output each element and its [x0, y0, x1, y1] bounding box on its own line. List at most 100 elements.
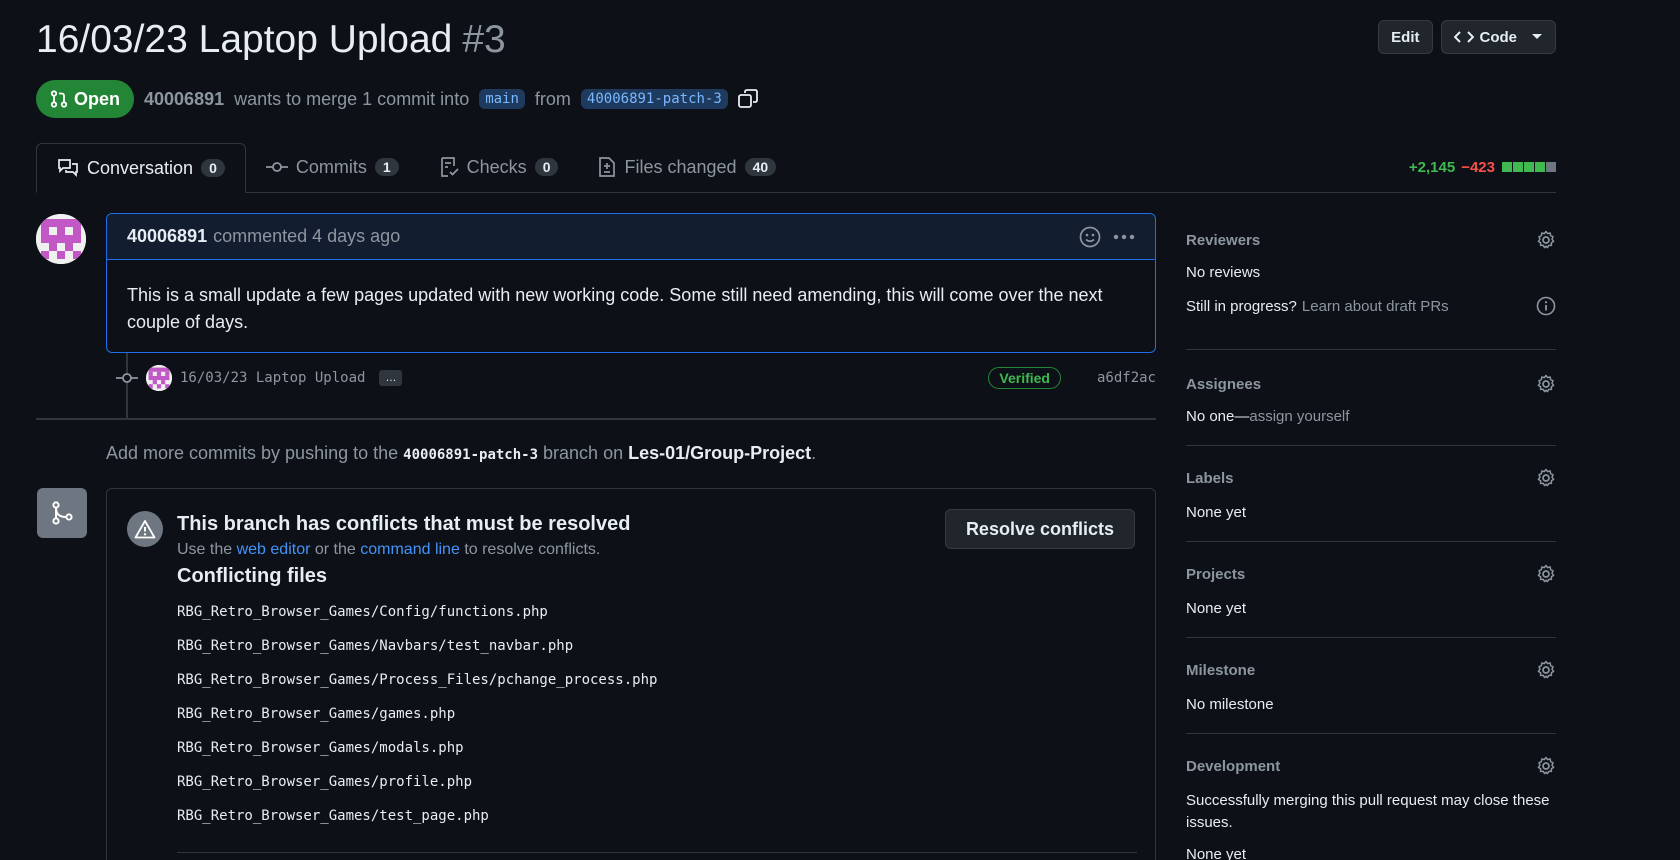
tab-commits[interactable]: Commits 1	[246, 142, 419, 192]
commit-row: 16/03/23 Laptop Upload … Verified a6df2a…	[116, 363, 1156, 393]
gear-icon[interactable]	[1536, 230, 1556, 250]
conflicting-files-title: Conflicting files	[177, 565, 327, 587]
conflicting-file: RBG_Retro_Browser_Games/Config/functions…	[177, 604, 548, 620]
pr-meta: Open 40006891 wants to merge 1 commit in…	[36, 80, 1556, 118]
git-commit-icon	[116, 373, 138, 383]
comment-meta[interactable]: commented 4 days ago	[213, 226, 400, 247]
comment-author[interactable]: 40006891	[127, 226, 207, 247]
tab-label: Conversation	[87, 157, 194, 178]
alert-badge	[127, 511, 163, 547]
alert-icon	[134, 520, 156, 539]
development-value: Successfully merging this pull request m…	[1186, 792, 1550, 831]
resolve-conflicts-button[interactable]: Resolve conflicts	[944, 509, 1135, 549]
conflicting-file: RBG_Retro_Browser_Games/test_page.php	[177, 808, 489, 824]
assign-yourself-link[interactable]: assign yourself	[1249, 408, 1349, 425]
sidebar-assignees: Assignees No one—assign yourself	[1186, 350, 1556, 446]
diffstat-square	[1535, 161, 1545, 172]
diffstat-additions: +2,145	[1408, 158, 1456, 176]
command-line-link[interactable]: command line	[360, 541, 460, 558]
gear-icon[interactable]	[1536, 374, 1556, 394]
merge-sub-text-1: Use the	[177, 541, 233, 558]
conflicting-file: RBG_Retro_Browser_Games/modals.php	[177, 740, 464, 756]
assignees-header[interactable]: Assignees	[1186, 374, 1556, 394]
checklist-icon	[440, 157, 459, 177]
code-button-label: Code	[1479, 28, 1518, 46]
sidebar-milestone: Milestone No milestone	[1186, 638, 1556, 734]
git-commit-icon	[265, 162, 288, 172]
merge-status-icon	[37, 488, 87, 538]
diffstat-square	[1502, 161, 1512, 172]
commit-message-link[interactable]: 16/03/23 Laptop Upload	[180, 370, 365, 386]
repo-link[interactable]: Les-01/Group-Project	[628, 443, 811, 463]
gear-icon[interactable]	[1536, 756, 1556, 776]
gear-icon[interactable]	[1536, 660, 1556, 680]
projects-header[interactable]: Projects	[1186, 564, 1556, 584]
merge-text-2: from	[534, 88, 571, 109]
labels-title: Labels	[1186, 469, 1234, 487]
diffstat-deletions: −423	[1461, 158, 1495, 176]
header-actions: Edit Code	[1378, 20, 1556, 54]
state-label: Open	[74, 88, 121, 109]
tab-files-changed[interactable]: Files changed 40	[578, 142, 796, 192]
diffstat-square	[1546, 161, 1556, 172]
diffstat-square	[1513, 161, 1523, 172]
conflicting-file: RBG_Retro_Browser_Games/games.php	[177, 706, 456, 722]
base-branch[interactable]: main	[479, 89, 525, 109]
comment-body: This is a small update a few pages updat…	[127, 285, 1103, 332]
tab-counter: 1	[374, 158, 399, 176]
milestone-value: No milestone	[1186, 696, 1274, 713]
avatar[interactable]	[36, 214, 86, 264]
milestone-header[interactable]: Milestone	[1186, 660, 1556, 680]
pr-number: #3	[462, 18, 506, 61]
pr-author-link[interactable]: 40006891	[144, 89, 224, 110]
triangle-down-icon	[1532, 34, 1542, 39]
projects-title: Projects	[1186, 565, 1246, 583]
kebab-horizontal-icon[interactable]	[1113, 234, 1135, 240]
pr-title-text: 16/03/23 Laptop Upload	[36, 18, 453, 61]
comment-box: 40006891 commented 4 days ago This is a …	[106, 213, 1156, 353]
pr-tabs: Conversation 0 Commits 1 Checks 0 Files …	[36, 143, 1556, 193]
labels-header[interactable]: Labels	[1186, 468, 1556, 488]
sidebar-development: Development Successfully merging this pu…	[1186, 734, 1556, 860]
push-hint: Add more commits by pushing to the 40006…	[106, 443, 816, 464]
merge-box-divider	[177, 852, 1137, 853]
push-hint-text-1: Add more commits by pushing to the	[106, 443, 399, 463]
gear-icon[interactable]	[1536, 564, 1556, 584]
draft-pr-link[interactable]: Learn about draft PRs	[1302, 298, 1449, 315]
page-title: 16/03/23 Laptop Upload #3	[36, 14, 1556, 66]
comment-discussion-icon	[58, 159, 78, 178]
commit-sha-link[interactable]: a6df2ac	[1097, 370, 1156, 386]
sidebar-labels: Labels None yet	[1186, 446, 1556, 542]
reviewers-header[interactable]: Reviewers	[1186, 230, 1556, 250]
labels-value: None yet	[1186, 504, 1247, 521]
web-editor-link[interactable]: web editor	[237, 541, 311, 558]
commit-expand-button[interactable]: …	[379, 370, 403, 386]
copy-icon[interactable]	[737, 89, 758, 109]
diffstat-bar	[1501, 159, 1556, 176]
smiley-icon[interactable]	[1079, 226, 1101, 248]
gear-icon[interactable]	[1536, 468, 1556, 488]
merge-subtitle: Use the web editor or the command line t…	[177, 541, 600, 559]
diffstat-square	[1524, 161, 1534, 172]
conflicting-file: RBG_Retro_Browser_Games/Navbars/test_nav…	[177, 638, 574, 654]
tab-conversation[interactable]: Conversation 0	[36, 143, 246, 193]
head-branch[interactable]: 40006891-patch-3	[580, 89, 728, 109]
info-icon[interactable]	[1536, 296, 1556, 316]
timeline-divider	[36, 418, 1156, 420]
push-hint-text-2: branch on	[543, 443, 624, 463]
edit-button[interactable]: Edit	[1378, 20, 1433, 54]
sidebar: Reviewers No reviews Still in progress? …	[1186, 216, 1556, 860]
code-button[interactable]: Code	[1440, 20, 1556, 54]
verified-badge[interactable]: Verified	[988, 367, 1061, 389]
commit-avatar[interactable]	[146, 365, 172, 391]
assignees-value: No one—	[1186, 408, 1250, 425]
merge-text-1: wants to merge 1 commit into	[234, 88, 470, 109]
tab-counter: 0	[534, 158, 559, 176]
tab-checks[interactable]: Checks 0	[419, 142, 579, 192]
development-header[interactable]: Development	[1186, 756, 1556, 776]
draft-row: Still in progress? Learn about draft PRs	[1186, 296, 1556, 316]
identicon-avatar	[146, 365, 172, 391]
resolve-conflicts-label: Resolve conflicts	[965, 518, 1114, 539]
diffstat: +2,145 −423	[1409, 142, 1556, 192]
comment-tools	[1079, 226, 1135, 248]
